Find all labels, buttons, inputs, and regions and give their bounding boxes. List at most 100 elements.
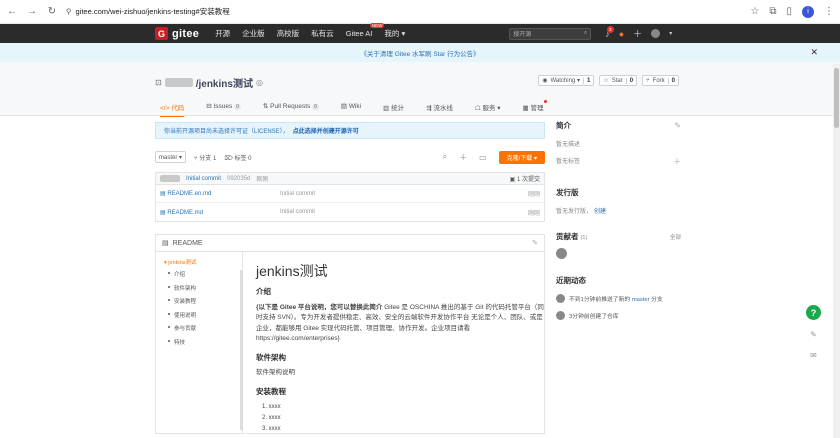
main-content: 你当前开源项目尚未选择许可证（LICENSE）， 点此选择并创建开源许可 mas… (155, 120, 545, 434)
web-ide-icon[interactable]: ▭ (479, 153, 487, 162)
table-row[interactable]: ▤ README.en.md Initial commit 刚刚 (156, 185, 544, 203)
plus-icon[interactable]: ＋ (633, 27, 642, 40)
readme-title: jenkins测试 (256, 263, 328, 279)
contributor-avatar[interactable] (556, 248, 567, 259)
toc-item[interactable]: 特技 (164, 338, 242, 346)
tab-pull-requests[interactable]: ⇅ Pull Requests 0 (263, 102, 319, 117)
tags-link[interactable]: ⌦ 标签 0 (224, 153, 251, 162)
tag-icon: ⌦ (224, 155, 233, 162)
new-badge: NEW (369, 23, 385, 28)
tab-pipeline[interactable]: ⇶ 流水线 (426, 102, 453, 117)
toc-item[interactable]: 介绍 (164, 270, 242, 278)
toc-item[interactable]: 安装教程 (164, 297, 242, 305)
file-list: Initial commit 092035d 刚刚 ▣ 1 次提交 ▤ READ… (155, 172, 545, 222)
intro-section-title: 简介 ✎ (556, 121, 681, 130)
repo-icon: ⊡ (155, 78, 162, 87)
toc-item[interactable]: 参与贡献 (164, 324, 242, 332)
readme-toc: ▾ jenkins测试 介绍 软件架构 安装教程 使用说明 参与贡献 特技 (156, 252, 243, 433)
fork-button[interactable]: ⑂ Fork 0 (642, 75, 679, 86)
bulb-icon[interactable]: ● (619, 29, 624, 39)
public-icon: ◎ (255, 78, 263, 87)
eye-icon: ◉ (542, 78, 548, 84)
commit-message[interactable]: Initial commit (186, 176, 221, 182)
chevron-down-icon[interactable]: ▾ (669, 30, 672, 37)
fork-icon: ⑂ (646, 77, 650, 84)
owner-name-blurred[interactable] (164, 78, 193, 87)
nav-enterprise[interactable]: 企业版 (242, 28, 265, 39)
activity-avatar[interactable] (556, 294, 565, 303)
tab-code[interactable]: </> 代码 (160, 102, 185, 117)
reload-icon[interactable]: ↻ (46, 6, 58, 17)
commit-hash[interactable]: 092035d (227, 176, 250, 182)
notification-count: 3 (606, 25, 614, 33)
search-file-icon[interactable]: ⌕ (443, 152, 447, 162)
nav-education[interactable]: 高校版 (277, 28, 300, 39)
nav-open-source[interactable]: 开源 (215, 28, 230, 39)
nav-mine[interactable]: 我的 ▾ (384, 28, 405, 39)
close-icon[interactable]: ✕ (810, 47, 818, 58)
gitee-logo[interactable]: G gitee (155, 27, 199, 40)
bookmark-star-icon[interactable]: ☆ (750, 6, 759, 17)
notification-bell-icon[interactable]: ♪ 3 (605, 25, 614, 39)
toc-item[interactable]: ▾ jenkins测试 (164, 258, 242, 266)
tab-stats[interactable]: ▥ 统计 (383, 102, 404, 117)
toc-item[interactable]: 使用说明 (164, 311, 242, 319)
manage-icon: ▦ (522, 105, 529, 112)
forward-icon[interactable]: → (26, 6, 38, 17)
all-contributors-link[interactable]: 全部 (670, 233, 681, 241)
feedback-icon[interactable]: ✎ (807, 328, 820, 341)
branch-selector[interactable]: master ▾ (155, 151, 187, 163)
tab-manage[interactable]: ▦ 管理 (522, 100, 547, 117)
nav-gitee-ai[interactable]: Gitee AI NEW (346, 23, 385, 38)
committer-blurred (160, 175, 180, 182)
help-button[interactable]: ? (806, 305, 821, 320)
user-avatar[interactable] (651, 29, 661, 38)
add-tag-icon[interactable]: ＋ (673, 156, 681, 167)
pipeline-icon: ⇶ (426, 105, 432, 112)
code-icon: </> (160, 105, 170, 112)
announcement-bar: 《关于清理 Gitee 水军刷 Star 行为公告》 ✕ (0, 43, 840, 62)
branch-link[interactable]: master (632, 297, 650, 303)
star-button[interactable]: ☆ Star 0 (599, 75, 638, 86)
star-icon: ☆ (603, 78, 609, 84)
profile-avatar[interactable]: i (802, 5, 814, 18)
code-toolbar: master ▾ ⑂ 分支 1 ⌦ 标签 0 ⌕ ＋ ▭ 克隆/下载 ▾ (155, 150, 545, 164)
readme-header: ▤ README ✎ (156, 235, 544, 252)
toc-item[interactable]: 软件架构 (164, 284, 242, 292)
wiki-icon: ▤ (340, 103, 347, 110)
site-info-icon[interactable]: ⚲ (66, 7, 72, 16)
branches-link[interactable]: ⑂ 分支 1 (194, 153, 216, 162)
extensions-icon[interactable]: ⧉ (769, 6, 776, 17)
sidepanel-icon[interactable]: ▯ (786, 6, 792, 17)
announcement-link[interactable]: 《关于清理 Gitee 水军刷 Star 行为公告》 (360, 48, 479, 58)
clone-download-button[interactable]: 克隆/下载 ▾ (498, 150, 545, 164)
commit-count-link[interactable]: ▣ 1 次提交 (510, 174, 540, 183)
address-bar[interactable]: ⚲ gitee.com/wei-zishuo/jenkins-testing#安… (66, 4, 742, 20)
license-notice: 你当前开源项目尚未选择许可证（LICENSE）， 点此选择并创建开源许可 (155, 122, 545, 139)
search-input[interactable]: 搜开源 ⌕ (509, 27, 592, 40)
back-icon[interactable]: ← (6, 6, 18, 17)
create-license-link[interactable]: 点此选择并创建开源许可 (293, 126, 359, 135)
activity-avatar[interactable] (556, 311, 565, 320)
message-icon[interactable]: ✉ (807, 349, 820, 362)
no-release: 暂无发行版， 创建 (556, 206, 681, 215)
repo-sidebar: 简介 ✎ 暂无描述 暂无标签＋ 发行版 暂无发行版， 创建 贡献者 (1) 全部 近期… (556, 120, 681, 320)
intro-paragraph: {以下是 Gitee 平台说明，您可以替换此简介 Gitee 是 OSCHINA… (256, 303, 544, 343)
tab-services[interactable]: ☖ 服务 ▾ (475, 102, 501, 117)
history-icon: ▣ (509, 177, 516, 183)
watch-button[interactable]: ◉ Watching ▾ 1 (538, 75, 595, 86)
create-release-link[interactable]: 创建 (594, 206, 606, 215)
menu-icon[interactable]: ⋮ (824, 6, 834, 17)
edit-icon[interactable]: ✎ (674, 121, 681, 130)
add-file-icon[interactable]: ＋ (459, 152, 467, 163)
edit-icon[interactable]: ✎ (532, 239, 538, 247)
tab-issues[interactable]: ⊟ Issues 0 (206, 102, 241, 117)
issues-icon: ⊟ (206, 103, 212, 110)
list-item: 3分钟前创建了仓库 (556, 311, 681, 320)
table-row[interactable]: ▤ README.md Initial commit 刚刚 (156, 203, 544, 221)
repo-name[interactable]: /jenkins测试 (196, 75, 253, 90)
scrollbar-thumb[interactable] (834, 68, 839, 128)
file-icon: ▤ (160, 209, 166, 216)
tab-wiki[interactable]: ▤ Wiki (341, 102, 361, 117)
nav-private-cloud[interactable]: 私有云 (311, 28, 334, 39)
